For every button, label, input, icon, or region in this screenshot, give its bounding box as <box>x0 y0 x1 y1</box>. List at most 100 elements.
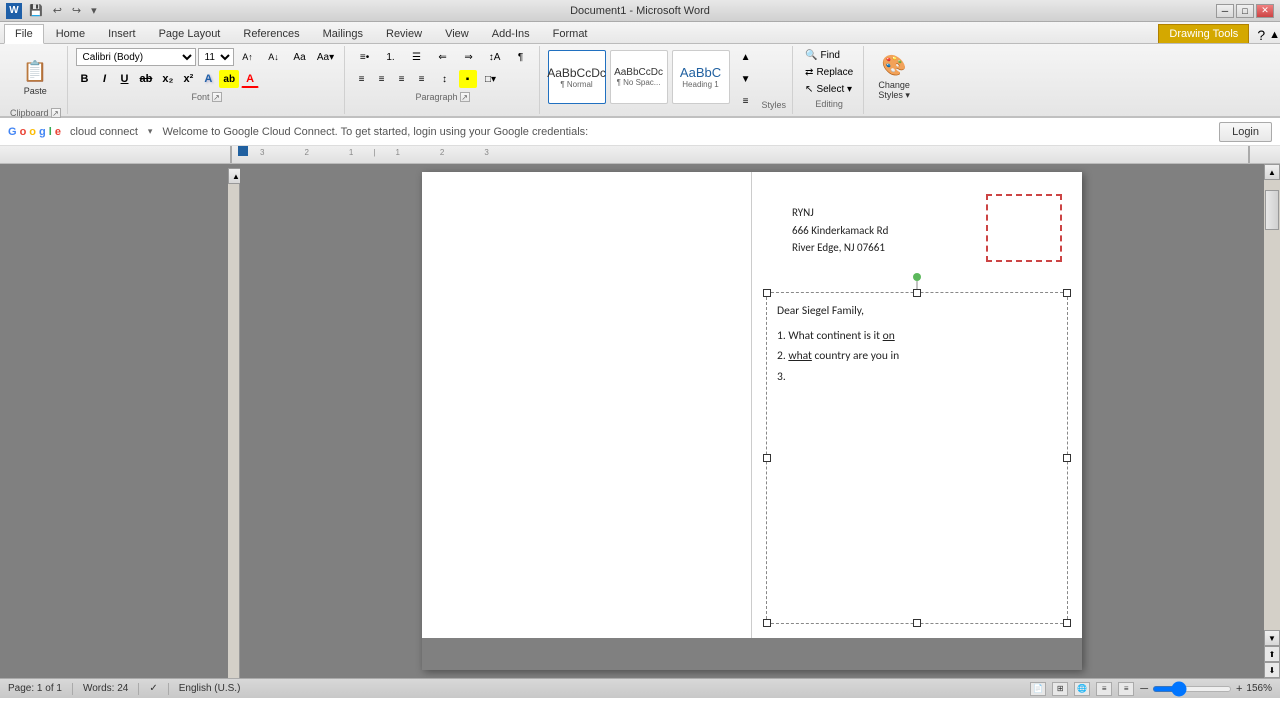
handle-bm[interactable] <box>913 619 921 627</box>
border-btn[interactable]: □▾ <box>479 70 503 88</box>
item-1: 1. What continent is it on <box>777 326 1057 347</box>
align-right-btn[interactable]: ≡ <box>393 70 411 88</box>
justify-btn[interactable]: ≡ <box>413 70 431 88</box>
tab-file[interactable]: File <box>4 24 44 44</box>
find-icon: 🔍 <box>805 50 817 61</box>
subscript-btn[interactable]: x₂ <box>158 70 177 88</box>
print-layout-btn[interactable]: 📄 <box>1030 682 1046 696</box>
change-case-btn[interactable]: Aa▾ <box>314 48 338 66</box>
ribbon-collapse-icon[interactable]: ▲ <box>1269 29 1280 41</box>
zoom-level[interactable]: 156% <box>1246 683 1272 694</box>
rotate-handle[interactable] <box>913 273 921 281</box>
clipboard-expand-btn[interactable]: ↗ <box>51 108 61 118</box>
tab-format[interactable]: Format <box>542 24 599 43</box>
bullet-list-btn[interactable]: ≡• <box>353 48 377 66</box>
undo-quick-btn[interactable]: ↩ <box>50 3 65 18</box>
address-name: RYNJ <box>792 204 888 222</box>
language-status[interactable]: English (U.S.) <box>179 683 241 694</box>
font-color-btn[interactable]: A <box>241 70 259 88</box>
outline-btn[interactable]: ≡ <box>1096 682 1112 696</box>
gcc-dropdown-btn[interactable]: ▾ <box>148 126 153 137</box>
increase-indent-btn[interactable]: ⇒ <box>457 48 481 66</box>
zoom-out-btn[interactable]: ─ <box>1140 683 1148 695</box>
shading-btn[interactable]: ▪ <box>459 70 477 88</box>
italic-btn[interactable]: I <box>96 70 114 88</box>
clear-format-btn[interactable]: Aa <box>288 48 312 66</box>
line-spacing-btn[interactable]: ↕ <box>433 70 457 88</box>
restore-button[interactable]: □ <box>1236 4 1254 18</box>
show-marks-btn[interactable]: ¶ <box>509 48 533 66</box>
font-shrink-btn[interactable]: A↓ <box>262 48 286 66</box>
save-quick-btn[interactable]: 💾 <box>26 3 46 18</box>
tab-insert[interactable]: Insert <box>97 24 147 43</box>
tab-add-ins[interactable]: Add-Ins <box>481 24 541 43</box>
bold-btn[interactable]: B <box>76 70 94 88</box>
numbered-list-btn[interactable]: 1. <box>379 48 403 66</box>
replace-button[interactable]: ⇄ Replace <box>801 65 857 80</box>
select-icon: ↖ <box>805 84 813 95</box>
ruler-tab-marker <box>238 146 248 156</box>
change-styles-button[interactable]: 🎨 Change Styles ▾ <box>872 48 916 106</box>
tab-home[interactable]: Home <box>45 24 96 43</box>
text-highlight-btn[interactable]: ab <box>219 70 239 88</box>
multilevel-list-btn[interactable]: ☰ <box>405 48 429 66</box>
spell-check-icon[interactable]: ✓ <box>149 683 157 694</box>
font-group: Calibri (Body) 11 A↑ A↓ Aa Aa▾ B I U ab … <box>70 46 345 114</box>
decrease-indent-btn[interactable]: ⇐ <box>431 48 455 66</box>
tab-review[interactable]: Review <box>375 24 433 43</box>
tab-drawing-tools[interactable]: Drawing Tools <box>1158 24 1249 43</box>
superscript-btn[interactable]: x² <box>179 70 197 88</box>
handle-bl[interactable] <box>763 619 771 627</box>
handle-mr[interactable] <box>1063 454 1071 462</box>
zoom-in-btn[interactable]: + <box>1236 683 1242 695</box>
font-grow-btn[interactable]: A↑ <box>236 48 260 66</box>
help-icon[interactable]: ? <box>1257 27 1265 43</box>
scroll-page-up-btn[interactable]: ⬆ <box>1264 646 1280 662</box>
redo-quick-btn[interactable]: ↪ <box>69 3 84 18</box>
tab-view[interactable]: View <box>434 24 480 43</box>
scroll-thumb[interactable] <box>1265 190 1279 230</box>
minimize-button[interactable]: ─ <box>1216 4 1234 18</box>
select-button[interactable]: ↖ Select ▾ <box>801 82 856 97</box>
close-button[interactable]: ✕ <box>1256 4 1274 18</box>
paragraph-expand-btn[interactable]: ↗ <box>460 92 470 102</box>
customize-quick-btn[interactable]: ▾ <box>88 3 100 18</box>
styles-scroll-down-btn[interactable]: ▼ <box>734 72 758 86</box>
paste-button[interactable]: 📋 Paste <box>13 48 57 106</box>
draft-btn[interactable]: ≡ <box>1118 682 1134 696</box>
tab-references[interactable]: References <box>232 24 310 43</box>
tab-mailings[interactable]: Mailings <box>312 24 374 43</box>
style-heading1-btn[interactable]: AaBbC Heading 1 <box>672 50 730 104</box>
underline-btn[interactable]: U <box>116 70 134 88</box>
find-button[interactable]: 🔍 Find <box>801 48 844 63</box>
word-count: Words: 24 <box>83 683 128 694</box>
handle-br[interactable] <box>1063 619 1071 627</box>
scroll-up-btn[interactable]: ▲ <box>1264 164 1280 180</box>
style-nospace-btn[interactable]: AaBbCcDc ¶ No Spac... <box>610 50 668 104</box>
font-name-select[interactable]: Calibri (Body) <box>76 48 196 66</box>
handle-tm[interactable] <box>913 289 921 297</box>
align-center-btn[interactable]: ≡ <box>373 70 391 88</box>
full-screen-btn[interactable]: ⊞ <box>1052 682 1068 696</box>
font-size-select[interactable]: 11 <box>198 48 234 66</box>
text-effect-btn[interactable]: A <box>199 70 217 88</box>
handle-ml[interactable] <box>763 454 771 462</box>
zoom-slider[interactable] <box>1152 686 1232 692</box>
web-layout-btn[interactable]: 🌐 <box>1074 682 1090 696</box>
tab-page-layout[interactable]: Page Layout <box>148 24 232 43</box>
styles-scroll-up-btn[interactable]: ▲ <box>734 50 758 64</box>
sort-btn[interactable]: ↕A <box>483 48 507 66</box>
item-3: 3. <box>777 367 1057 388</box>
handle-tl[interactable] <box>763 289 771 297</box>
styles-more-btn[interactable]: ≡ <box>734 94 758 108</box>
align-left-btn[interactable]: ≡ <box>353 70 371 88</box>
style-normal-btn[interactable]: AaBbCcDc ¶ Normal <box>548 50 606 104</box>
font-expand-btn[interactable]: ↗ <box>212 92 222 102</box>
handle-tr[interactable] <box>1063 289 1071 297</box>
scroll-page-down-btn[interactable]: ⬇ <box>1264 662 1280 678</box>
scroll-down-btn[interactable]: ▼ <box>1264 630 1280 646</box>
text-box[interactable]: Dear Siegel Family, 1. What continent is… <box>766 292 1068 624</box>
strikethrough-btn[interactable]: ab <box>136 70 157 88</box>
gcc-login-button[interactable]: Login <box>1219 122 1272 142</box>
ribbon-tabs: File Home Insert Page Layout References … <box>0 22 1280 44</box>
